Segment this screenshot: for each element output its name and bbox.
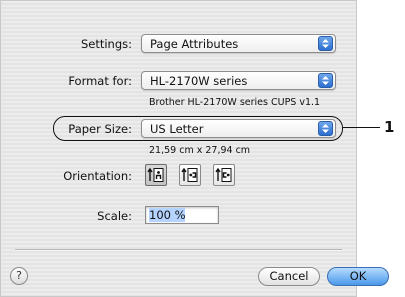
- callout-number: 1: [384, 118, 395, 136]
- format-for-label: Format for:: [68, 74, 132, 88]
- popup-arrows-icon: [318, 121, 333, 136]
- settings-popup[interactable]: Page Attributes: [141, 34, 336, 53]
- settings-value: Page Attributes: [150, 37, 239, 51]
- ok-button[interactable]: OK: [327, 267, 389, 286]
- paper-size-label: Paper Size:: [68, 122, 132, 136]
- settings-label: Settings:: [80, 37, 132, 51]
- format-for-value: HL-2170W series: [150, 74, 248, 88]
- printer-driver-note: Brother HL-2170W series CUPS v1.1: [149, 97, 321, 108]
- portrait-orientation-icon: [147, 167, 164, 182]
- cancel-button[interactable]: Cancel: [258, 267, 320, 286]
- scale-label: Scale:: [97, 209, 132, 223]
- orientation-landscape-right-button[interactable]: [213, 164, 235, 186]
- paper-size-popup[interactable]: US Letter: [141, 119, 336, 138]
- paper-dimensions-note: 21,59 cm x 27,94 cm: [149, 145, 251, 156]
- orientation-landscape-left-button[interactable]: [179, 164, 201, 186]
- callout-line: [343, 127, 380, 128]
- popup-arrows-icon: [318, 73, 333, 88]
- landscape-left-orientation-icon: [181, 167, 198, 182]
- paper-size-value: US Letter: [150, 122, 204, 136]
- page-setup-panel: Settings: Page Attributes Format for: HL…: [0, 0, 389, 297]
- format-for-popup[interactable]: HL-2170W series: [141, 71, 336, 90]
- divider: [15, 249, 342, 251]
- help-button[interactable]: ?: [10, 267, 28, 285]
- landscape-right-orientation-icon: [215, 167, 232, 182]
- orientation-label: Orientation:: [63, 169, 132, 183]
- orientation-portrait-button[interactable]: [145, 164, 167, 186]
- popup-arrows-icon: [318, 36, 333, 51]
- scale-value: 100 %: [149, 208, 186, 222]
- scale-input[interactable]: 100 %: [145, 206, 219, 224]
